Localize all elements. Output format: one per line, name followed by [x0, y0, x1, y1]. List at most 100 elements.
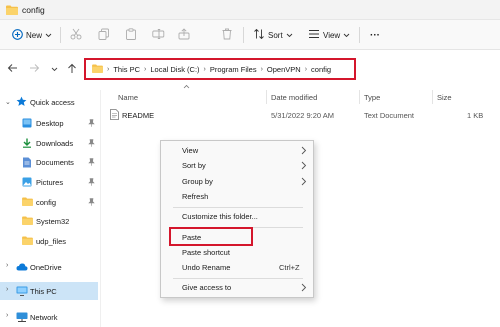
column-header-size[interactable]: Size [437, 90, 452, 104]
scissors-icon [70, 28, 82, 42]
new-button[interactable]: New [12, 26, 52, 44]
command-bar: New Sort View ··· [0, 20, 500, 50]
sidebar-item-network[interactable]: Network [0, 308, 98, 326]
column-separator[interactable] [359, 90, 360, 104]
window-title: config [22, 5, 45, 15]
rename-button[interactable] [152, 26, 165, 44]
cut-button[interactable] [70, 26, 82, 44]
column-header-date[interactable]: Date modified [271, 90, 317, 104]
sidebar-item-quick-access[interactable]: Quick access [0, 93, 98, 111]
clipboard-icon [125, 28, 137, 42]
breadcrumb-this-pc[interactable]: This PC [113, 65, 140, 74]
chevron-right-icon: › [203, 65, 206, 73]
chevron-right-icon [301, 161, 307, 172]
pin-icon [88, 158, 95, 168]
cloud-icon [16, 263, 28, 273]
trash-icon [221, 28, 233, 42]
column-header-type[interactable]: Type [364, 90, 380, 104]
view-icon [308, 29, 320, 41]
breadcrumb-local-disk[interactable]: Local Disk (C:) [150, 65, 199, 74]
menu-separator [173, 207, 303, 208]
toolbar-separator [60, 27, 61, 43]
pictures-icon [22, 177, 32, 189]
sidebar-item-onedrive[interactable]: OneDrive [0, 258, 98, 276]
back-button[interactable] [6, 63, 18, 75]
folder-icon [22, 236, 33, 247]
pin-icon [88, 178, 95, 188]
menu-item-view[interactable]: View [161, 143, 313, 158]
copy-icon [98, 28, 110, 42]
breadcrumb-config[interactable]: config [311, 65, 331, 74]
pin-icon [88, 198, 95, 208]
sidebar-item-desktop[interactable]: Desktop [0, 114, 98, 132]
chevron-right-icon [301, 283, 307, 294]
recent-locations-button[interactable] [48, 63, 60, 75]
chevron-down-icon [51, 65, 58, 74]
copy-button[interactable] [98, 26, 110, 44]
menu-item-customize-folder[interactable]: Customize this folder... [161, 209, 313, 224]
chevron-right-icon [301, 146, 307, 157]
new-label: New [26, 30, 43, 40]
file-date: 5/31/2022 9:20 AM [271, 110, 334, 120]
star-icon [16, 96, 27, 109]
sort-button[interactable]: Sort [253, 26, 293, 44]
chevron-right-icon[interactable]: › [6, 286, 8, 293]
sort-label: Sort [268, 30, 283, 40]
plus-icon [12, 28, 23, 42]
folder-icon [92, 63, 103, 75]
toolbar-separator [359, 27, 360, 43]
share-button[interactable] [178, 26, 190, 44]
rename-icon [152, 28, 165, 42]
download-icon [22, 138, 32, 150]
chevron-right-icon: › [260, 65, 263, 73]
paste-button[interactable] [125, 26, 137, 44]
chevron-right-icon: › [304, 65, 308, 73]
sort-up-icon [183, 82, 190, 91]
menu-item-paste-shortcut[interactable]: Paste shortcut [161, 245, 313, 260]
desktop-icon [22, 118, 32, 130]
menu-item-refresh[interactable]: Refresh [161, 189, 313, 204]
more-icon: ··· [370, 29, 380, 41]
menu-item-undo-rename[interactable]: Undo Rename Ctrl+Z [161, 260, 313, 275]
chevron-down-icon [286, 31, 293, 40]
arrow-left-icon [7, 63, 18, 75]
chevron-down-icon [45, 31, 52, 40]
chevron-right-icon: › [107, 65, 110, 73]
menu-item-give-access[interactable]: Give access to [161, 280, 313, 295]
column-header-name[interactable]: Name [118, 90, 138, 104]
folder-icon [6, 5, 18, 17]
chevron-right-icon: › [144, 65, 147, 73]
sidebar-item-downloads[interactable]: Downloads [0, 134, 98, 152]
sidebar-item-pictures[interactable]: Pictures [0, 173, 98, 191]
view-button[interactable]: View [308, 26, 350, 44]
text-file-icon [110, 109, 119, 122]
more-options-button[interactable]: ··· [370, 26, 380, 44]
breadcrumb-program-files[interactable]: Program Files [210, 65, 257, 74]
pin-icon [88, 139, 95, 149]
documents-icon [22, 157, 32, 170]
breadcrumb-openvpn[interactable]: OpenVPN [267, 65, 301, 74]
shortcut-hint: Ctrl+Z [279, 263, 300, 272]
column-separator[interactable] [266, 90, 267, 104]
menu-item-sort-by[interactable]: Sort by [161, 158, 313, 173]
paste-highlight [169, 227, 253, 246]
menu-item-group-by[interactable]: Group by [161, 174, 313, 189]
navigation-pane: ⌄ Quick access Desktop Downloads Documen… [0, 90, 100, 327]
sidebar-item-udp-files[interactable]: udp_files [0, 232, 98, 250]
forward-button[interactable] [28, 63, 40, 75]
sidebar-item-config[interactable]: config [0, 193, 98, 211]
sidebar-item-system32[interactable]: System32 [0, 212, 98, 230]
menu-separator [173, 278, 303, 279]
sidebar-item-this-pc[interactable]: › This PC [0, 282, 98, 300]
delete-button[interactable] [221, 26, 233, 44]
sidebar-item-documents[interactable]: Documents [0, 153, 98, 171]
arrow-up-icon [67, 63, 77, 76]
computer-icon [16, 286, 28, 298]
address-bar[interactable]: › This PC › Local Disk (C:) › Program Fi… [84, 58, 356, 80]
column-separator[interactable] [432, 90, 433, 104]
file-size: 1 KB [467, 110, 484, 120]
title-bar: config [0, 0, 500, 20]
file-type: Text Document [364, 110, 415, 120]
up-button[interactable] [66, 63, 78, 75]
pane-divider [100, 90, 101, 327]
